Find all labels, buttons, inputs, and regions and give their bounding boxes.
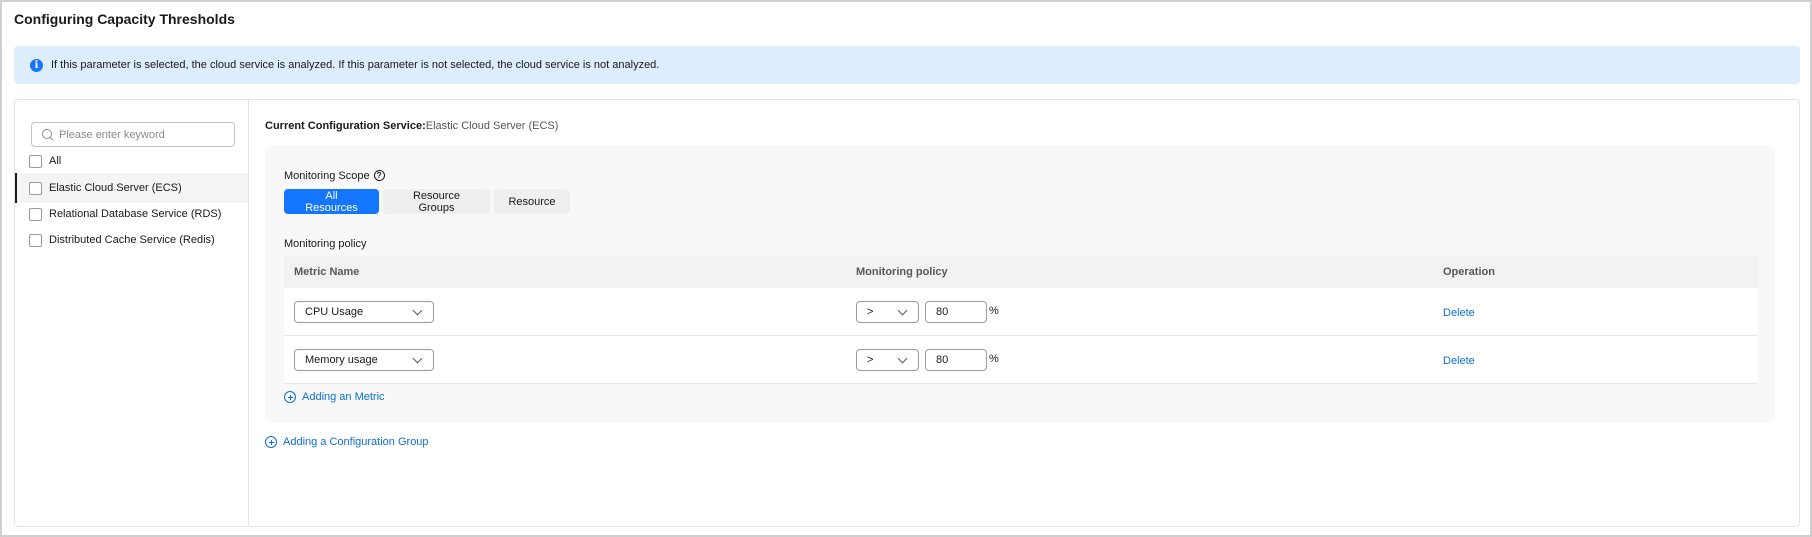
metric-select[interactable]: Memory usage <box>294 349 434 371</box>
search-icon <box>42 129 53 140</box>
info-banner: i If this parameter is selected, the clo… <box>14 46 1800 84</box>
help-icon[interactable]: ? <box>373 170 385 181</box>
add-config-group-label: Adding a Configuration Group <box>283 436 429 448</box>
current-service-label: Current Configuration Service: <box>265 120 426 132</box>
plus-circle-icon <box>284 391 296 403</box>
operator-select[interactable]: > <box>856 349 919 371</box>
config-panel: All Elastic Cloud Server (ECS) Relationa… <box>14 99 1800 527</box>
service-item-redis[interactable]: Distributed Cache Service (Redis) <box>15 225 248 255</box>
chevron-down-icon <box>412 305 423 316</box>
tab-resource-groups[interactable]: Resource Groups <box>383 189 490 214</box>
monitoring-scope-text: Monitoring Scope <box>284 170 370 182</box>
chevron-down-icon <box>412 353 423 364</box>
operator-value: > <box>867 354 874 366</box>
column-monitoring-policy: Monitoring policy <box>856 266 948 278</box>
metric-select[interactable]: CPU Usage <box>294 301 434 323</box>
metric-value: CPU Usage <box>305 306 364 318</box>
chevron-down-icon <box>897 353 908 364</box>
dialog-frame: Configuring Capacity Thresholds i If thi… <box>0 0 1812 537</box>
monitoring-scope-label: Monitoring Scope? <box>284 170 385 182</box>
page-title: Configuring Capacity Thresholds <box>14 11 235 27</box>
threshold-input[interactable]: 80 <box>925 349 987 371</box>
table-row: Memory usage > 80 % Delete <box>284 336 1758 384</box>
add-metric-button[interactable]: Adding an Metric <box>284 391 385 403</box>
delete-link[interactable]: Delete <box>1443 307 1475 319</box>
checkbox[interactable] <box>29 233 42 247</box>
chevron-down-icon <box>897 305 908 316</box>
config-area: Current Configuration Service:Elastic Cl… <box>249 100 1799 526</box>
unit-label: % <box>989 353 999 365</box>
table-header: Metric Name Monitoring policy Operation <box>284 256 1758 288</box>
service-label: Elastic Cloud Server (ECS) <box>49 182 182 194</box>
info-icon: i <box>30 58 43 72</box>
config-group-card: Monitoring Scope? All Resources Resource… <box>265 146 1775 422</box>
checkbox[interactable] <box>29 207 42 221</box>
checkbox[interactable] <box>29 181 42 195</box>
info-text: If this parameter is selected, the cloud… <box>51 59 660 71</box>
tab-resource[interactable]: Resource <box>494 189 570 214</box>
checkbox[interactable] <box>29 154 42 168</box>
threshold-input[interactable]: 80 <box>925 301 987 323</box>
metric-value: Memory usage <box>305 354 378 366</box>
threshold-value: 80 <box>936 354 949 366</box>
current-service: Current Configuration Service:Elastic Cl… <box>265 120 558 132</box>
search-input[interactable] <box>59 128 229 141</box>
service-label: All <box>49 155 62 167</box>
service-label: Relational Database Service (RDS) <box>49 208 222 220</box>
service-list: All Elastic Cloud Server (ECS) Relationa… <box>15 100 249 526</box>
table-row: CPU Usage > 80 % Delete <box>284 288 1758 336</box>
column-metric-name: Metric Name <box>294 266 360 278</box>
add-metric-label: Adding an Metric <box>302 391 385 403</box>
policy-table: Metric Name Monitoring policy Operation … <box>284 256 1758 384</box>
operator-select[interactable]: > <box>856 301 919 323</box>
operator-value: > <box>867 306 874 318</box>
scope-tabs: All Resources Resource Groups Resource <box>284 189 570 214</box>
column-operation: Operation <box>1443 266 1495 278</box>
threshold-value: 80 <box>936 306 949 318</box>
service-item-all[interactable]: All <box>15 146 248 176</box>
monitoring-policy-label: Monitoring policy <box>284 238 367 250</box>
delete-link[interactable]: Delete <box>1443 355 1475 367</box>
service-label: Distributed Cache Service (Redis) <box>49 234 215 246</box>
unit-label: % <box>989 305 999 317</box>
tab-all-resources[interactable]: All Resources <box>284 189 379 214</box>
current-service-value: Elastic Cloud Server (ECS) <box>425 120 559 132</box>
search-box[interactable] <box>31 122 235 147</box>
add-config-group-button[interactable]: Adding a Configuration Group <box>265 436 429 448</box>
plus-circle-icon <box>265 436 277 448</box>
